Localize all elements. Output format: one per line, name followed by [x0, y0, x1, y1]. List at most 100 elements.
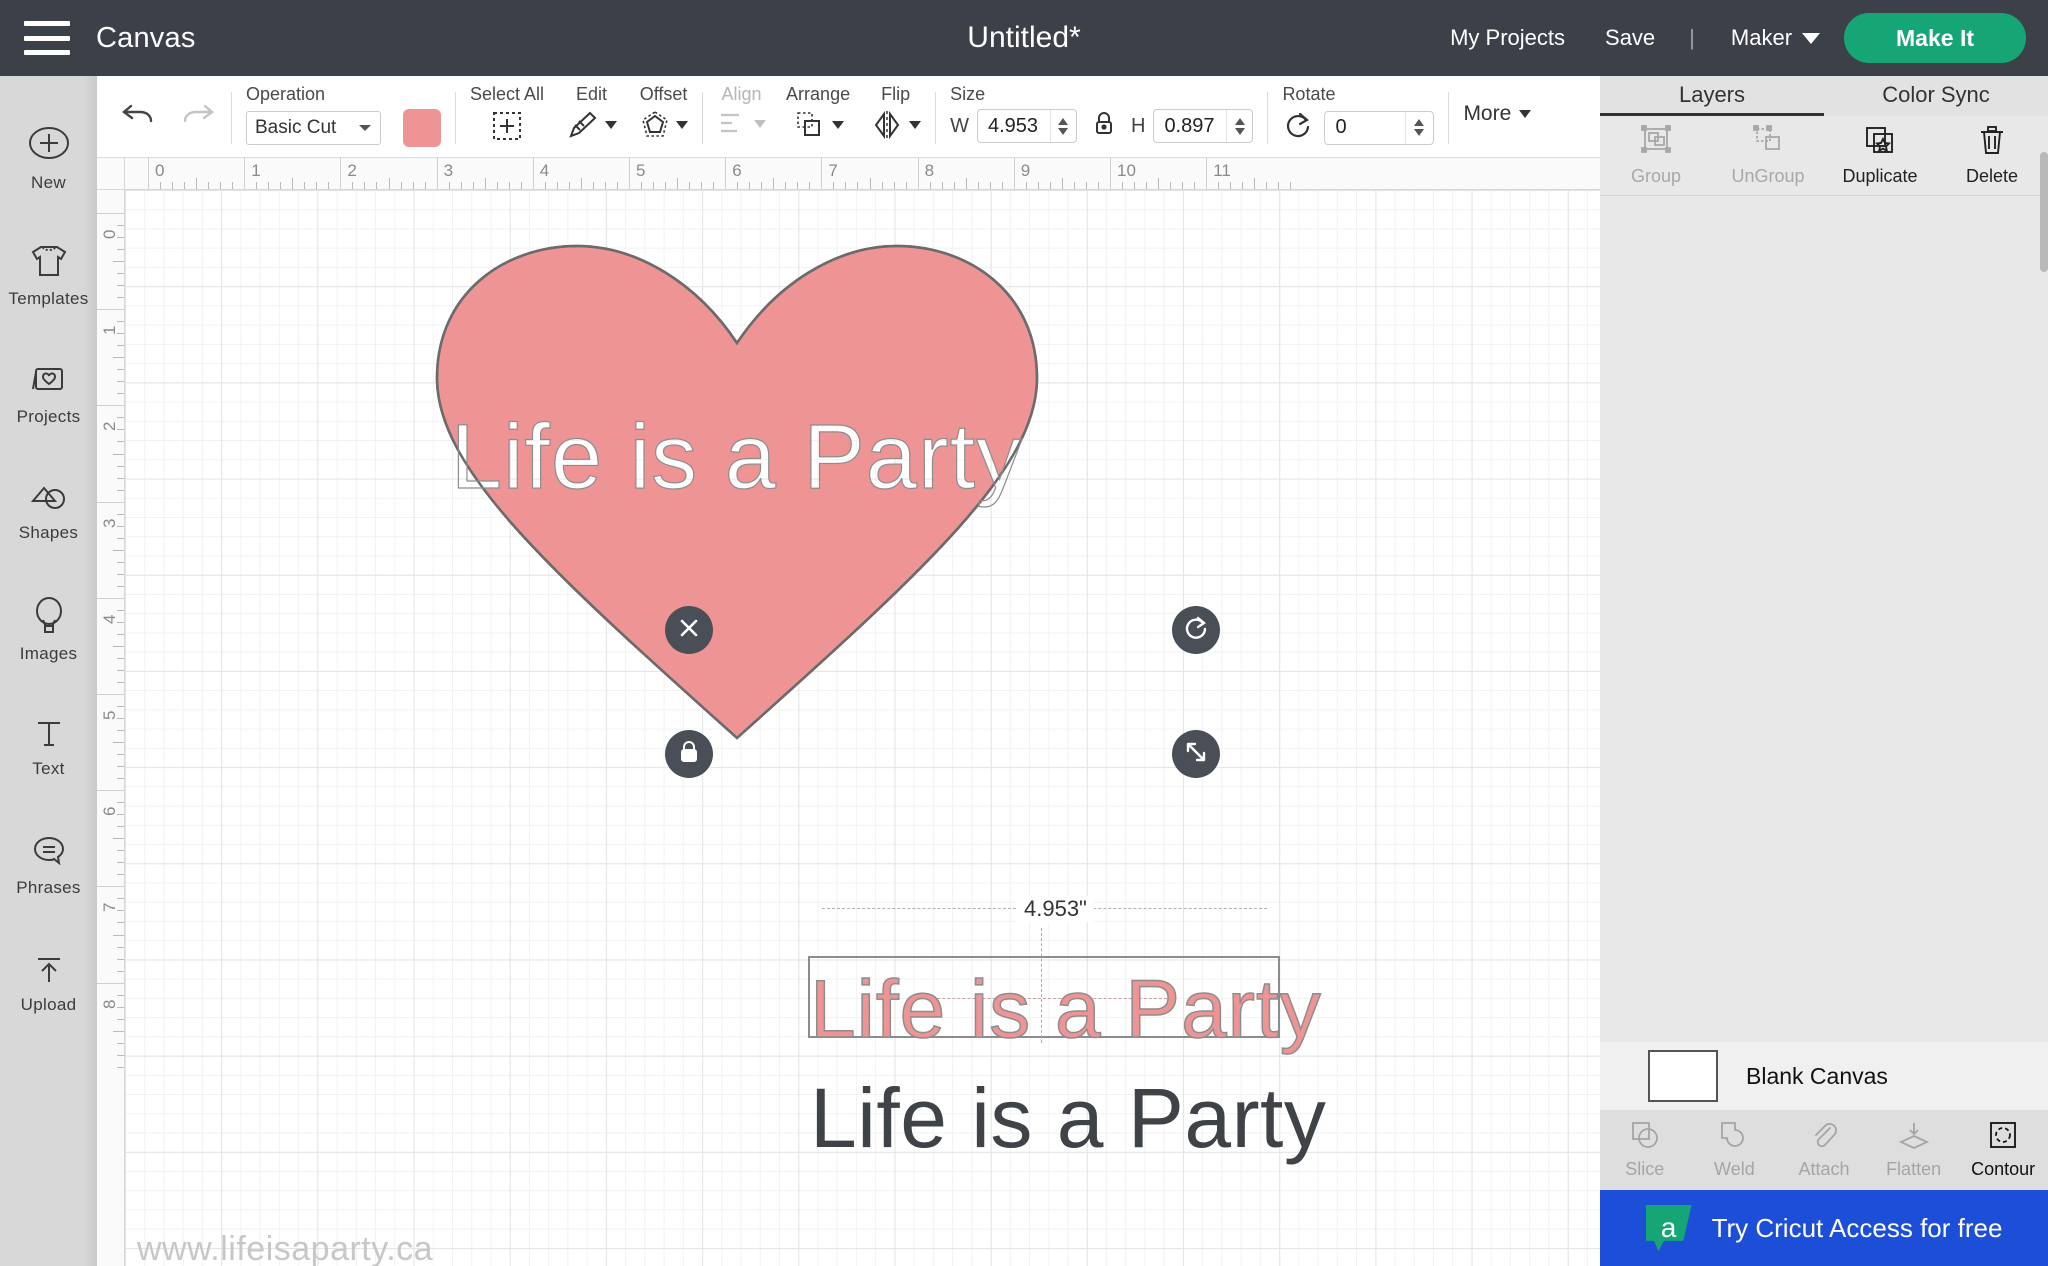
tab-layers[interactable]: Layers: [1600, 76, 1824, 116]
make-it-button[interactable]: Make It: [1844, 13, 2026, 63]
delete-handle[interactable]: [665, 606, 713, 654]
cricut-access-badge: a: [1645, 1205, 1692, 1251]
ruler-tick: [117, 333, 124, 335]
tab-color-sync[interactable]: Color Sync: [1824, 76, 2048, 116]
ruler-tick: [117, 657, 124, 659]
sidebar-item-text[interactable]: Text: [0, 688, 97, 806]
resize-diagonal-icon: [1182, 738, 1210, 771]
ruler-tick: [1170, 182, 1172, 189]
ruler-tick: [340, 158, 342, 189]
ruler-tick: [761, 182, 763, 189]
cricut-access-promo[interactable]: a Try Cricut Access for free: [1600, 1190, 2048, 1266]
ruler-tick: [113, 261, 124, 263]
plus-circle-icon: [27, 121, 71, 165]
height-input[interactable]: [1154, 114, 1227, 138]
ruler-tick: [196, 178, 198, 189]
save-button[interactable]: Save: [1585, 25, 1675, 51]
ruler-tick: [117, 766, 124, 768]
divider: |: [1689, 25, 1695, 50]
my-projects-link[interactable]: My Projects: [1430, 25, 1585, 51]
undo-icon[interactable]: [119, 98, 159, 135]
ruler-tick: [1206, 158, 1208, 189]
tshirt-icon: [27, 241, 71, 281]
offset-button[interactable]: [639, 109, 689, 141]
history-controls: [97, 76, 217, 135]
machine-selector[interactable]: Maker: [1709, 25, 1802, 51]
height-label: H: [1130, 114, 1146, 137]
ruler-tick: [113, 549, 124, 551]
rotate-stepper[interactable]: [1405, 111, 1431, 144]
ruler-tick: [436, 158, 438, 189]
ruler-label: 5: [636, 161, 646, 180]
more-button[interactable]: More: [1463, 76, 1532, 126]
rotate-label: Rotate: [1282, 84, 1336, 104]
redo-icon[interactable]: [177, 98, 217, 135]
ruler-tick: [208, 182, 210, 189]
heart-shape[interactable]: Life is a Party Life is a Party: [427, 238, 1047, 758]
rotate-input[interactable]: [1325, 116, 1406, 139]
operation-color-swatch[interactable]: [403, 109, 441, 147]
chevron-down-icon[interactable]: [1802, 32, 1821, 44]
ruler-tick: [117, 814, 124, 816]
lock-aspect-ratio[interactable]: [1091, 110, 1117, 143]
height-stepper[interactable]: [1226, 110, 1252, 142]
top-bar-actions: My Projects Save | Maker Make It: [1430, 13, 2048, 63]
ruler-tick: [1085, 182, 1087, 189]
sidebar-item-upload[interactable]: Upload: [0, 924, 97, 1042]
layer-actions: Group UnGroup Duplicate Delete: [1600, 116, 2048, 196]
sidebar-item-shapes[interactable]: Shapes: [0, 452, 97, 570]
dark-text-object[interactable]: Life is a Party: [810, 1070, 1326, 1167]
ruler-tick: [701, 182, 703, 189]
ruler-tick: [1049, 182, 1051, 189]
duplicate-button[interactable]: Duplicate: [1824, 116, 1936, 195]
ruler-label: 7: [828, 161, 838, 180]
edit-toolbar: Operation Basic Cut Select All Edit Offs…: [97, 76, 1600, 158]
chevron-down-icon: [1519, 110, 1532, 118]
rotate-handle[interactable]: [1172, 606, 1220, 654]
contour-button[interactable]: Contour: [1958, 1110, 2048, 1190]
delete-button[interactable]: Delete: [1936, 116, 2048, 195]
upload-arrow-icon: [27, 951, 71, 987]
ruler-tick: [1290, 182, 1292, 189]
panel-tabs: Layers Color Sync: [1600, 76, 2048, 116]
design-canvas[interactable]: Life is a Party Life is a Party 4.953" L…: [97, 158, 1600, 1266]
ruler-tick: [117, 537, 124, 539]
ruler-tick: [1061, 178, 1063, 189]
blank-canvas-row[interactable]: Blank Canvas: [1600, 1042, 2048, 1110]
canvas-color-swatch[interactable]: [1648, 1050, 1718, 1102]
ruler-tick: [117, 321, 124, 323]
lock-handle[interactable]: [665, 730, 713, 778]
width-stepper[interactable]: [1049, 110, 1076, 142]
watermark: www.lifeisaparty.ca: [137, 1230, 434, 1266]
hamburger-icon[interactable]: [24, 21, 70, 55]
arrange-button[interactable]: [793, 109, 844, 141]
sidebar-item-phrases[interactable]: Phrases: [0, 806, 97, 924]
panel-scrollbar[interactable]: [2040, 152, 2048, 272]
operation-group: Operation Basic Cut: [246, 76, 441, 147]
flatten-button: Flatten: [1869, 1110, 1959, 1190]
ruler-tick: [1134, 182, 1136, 189]
ruler-tick: [917, 158, 919, 189]
operation-select[interactable]: Basic Cut: [246, 111, 381, 145]
edit-button[interactable]: [566, 109, 618, 141]
rotate-icon[interactable]: [1282, 109, 1314, 146]
sidebar-item-projects[interactable]: Projects: [0, 334, 97, 452]
ruler-tick: [773, 178, 775, 189]
width-input[interactable]: [977, 114, 1050, 138]
resize-handle[interactable]: [1172, 730, 1220, 778]
sidebar-item-new[interactable]: New: [0, 98, 97, 216]
ruler-label: 0: [155, 161, 165, 180]
ruler-tick: [929, 182, 931, 189]
flip-button[interactable]: [870, 109, 922, 141]
text-t-icon: [27, 715, 71, 751]
sidebar-item-images[interactable]: Images: [0, 570, 97, 688]
ruler-tick: [97, 597, 124, 599]
ruler-tick: [713, 182, 715, 189]
selected-text-object[interactable]: Life is a Party: [809, 963, 1322, 1057]
rotate-group: Rotate: [1282, 76, 1435, 146]
select-all-button[interactable]: [490, 109, 524, 143]
ruler-tick: [117, 850, 124, 852]
ruler-tick: [520, 182, 522, 189]
paperclip-icon: [1809, 1120, 1839, 1155]
sidebar-item-templates[interactable]: Templates: [0, 216, 97, 334]
